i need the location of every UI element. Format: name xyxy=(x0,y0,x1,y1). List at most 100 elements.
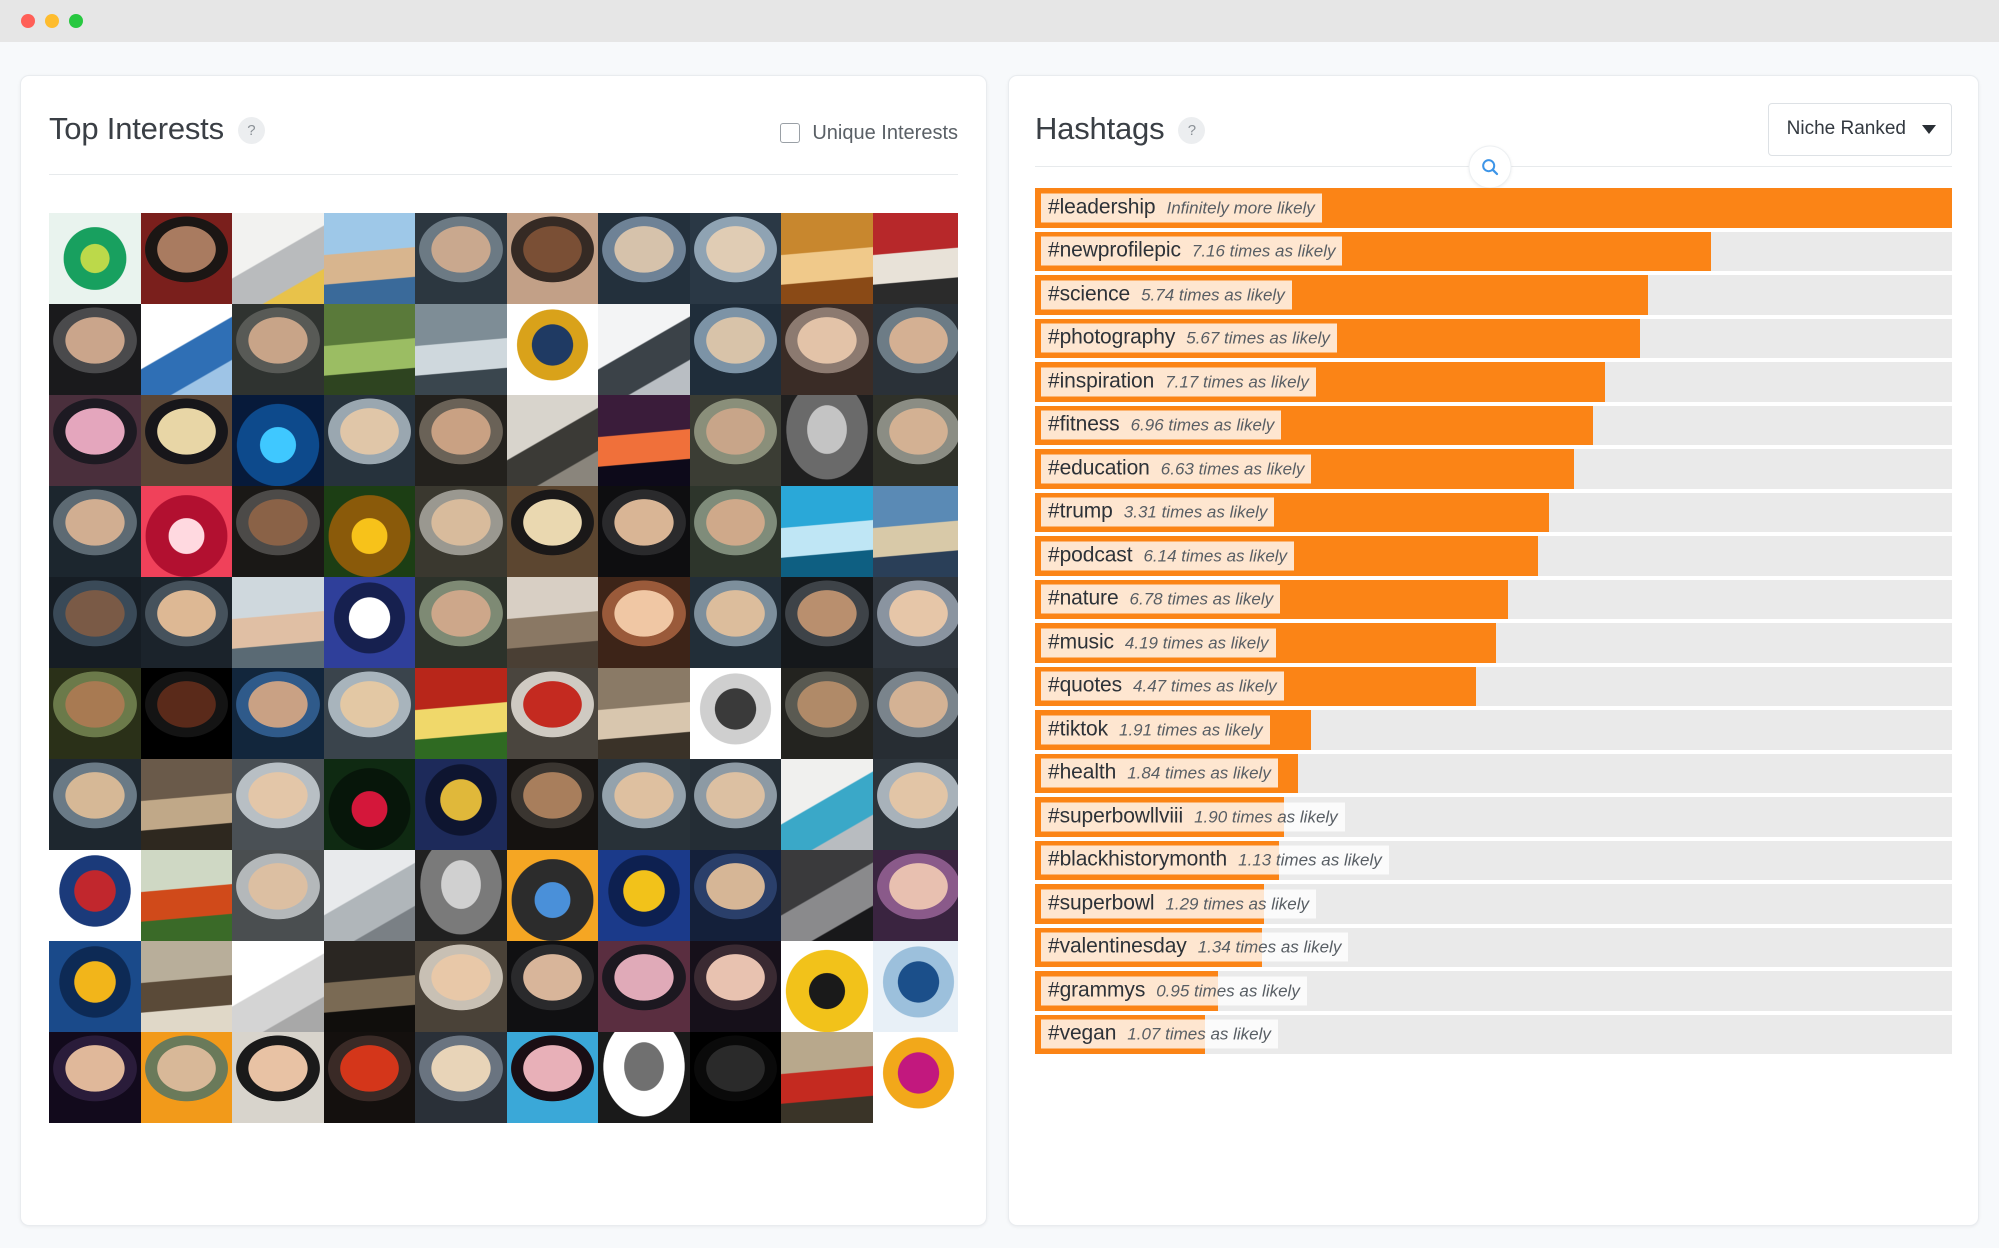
interest-tile-dark-device-photo[interactable] xyxy=(781,850,873,941)
interest-tile-organization-emblem[interactable] xyxy=(49,850,141,941)
interest-tile-portrait-woman-senior[interactable] xyxy=(415,1032,507,1123)
interest-tile-portrait-man-dark-4[interactable] xyxy=(506,759,598,850)
unique-interests-checkbox[interactable] xyxy=(780,123,801,143)
hashtag-bar-row[interactable]: #health 1.84 times as likely xyxy=(1035,753,1952,793)
interest-tile-woman-window[interactable] xyxy=(232,759,324,850)
help-icon[interactable]: ? xyxy=(1178,116,1206,144)
hashtag-bar-row[interactable]: #science 5.74 times as likely xyxy=(1035,275,1952,315)
interest-tile-portrait-man-suit-6[interactable] xyxy=(49,759,141,850)
hashtag-bar-row[interactable]: #trump 3.31 times as likely xyxy=(1035,492,1952,532)
interest-tile-kitchen-appliance[interactable] xyxy=(232,213,324,304)
interest-tile-gwp-text-logo[interactable] xyxy=(415,759,507,850)
interest-tile-portrait-man-red-shirt[interactable] xyxy=(506,668,598,759)
hashtag-bar-row[interactable]: #podcast 6.14 times as likely xyxy=(1035,536,1952,576)
interest-tile-portrait-man-bald-2[interactable] xyxy=(232,1032,324,1123)
hashtag-bar-row[interactable]: #music 4.19 times as likely xyxy=(1035,623,1952,663)
interest-tile-blue-energy-art[interactable] xyxy=(232,395,324,486)
interest-tile-bw-face-closeup[interactable] xyxy=(598,1032,690,1123)
interest-tile-restaurant-interior[interactable] xyxy=(506,577,598,668)
interest-tile-portrait-man-outdoor[interactable] xyxy=(415,577,507,668)
hashtag-bar-row[interactable]: #quotes 4.47 times as likely xyxy=(1035,666,1952,706)
interest-tile-portrait-man-tie[interactable] xyxy=(689,304,781,395)
interest-tile-portrait-woman-color[interactable] xyxy=(872,850,958,941)
interest-tile-sneaker-product[interactable] xyxy=(781,759,873,850)
interest-tile-children-playing[interactable] xyxy=(781,1032,873,1123)
interest-tile-portrait-man-beard-3[interactable] xyxy=(781,668,873,759)
interest-tile-portrait-man-cap[interactable] xyxy=(689,395,781,486)
interest-tile-portrait-man-tv[interactable] xyxy=(49,1032,141,1123)
interest-tile-dog-photo[interactable] xyxy=(598,668,690,759)
hashtag-bar-row[interactable]: #vegan 1.07 times as likely xyxy=(1035,1014,1952,1054)
interest-tile-pen-white[interactable] xyxy=(598,304,690,395)
interest-tile-portrait-hands-face[interactable] xyxy=(506,1032,598,1123)
interest-tile-couple-photo[interactable] xyxy=(232,577,324,668)
interest-tile-take-action-logo[interactable] xyxy=(49,941,141,1032)
interest-tile-portrait-man-dark-2[interactable] xyxy=(232,486,324,577)
interest-tile-portrait-woman-4[interactable] xyxy=(689,941,781,1032)
interest-tile-fingerprint-icon[interactable] xyxy=(872,941,958,1032)
interest-tile-portrait-man-suit-2[interactable] xyxy=(689,213,781,304)
hashtag-bar-row[interactable]: #leadership Infinitely more likely xyxy=(1035,188,1952,228)
interest-tile-vegetables-spread[interactable] xyxy=(140,850,232,941)
interest-tile-abstract-white-object[interactable] xyxy=(323,850,415,941)
interest-tile-portrait-man-suit-4[interactable] xyxy=(49,577,141,668)
interest-tile-animal-closeup[interactable] xyxy=(140,941,232,1032)
hashtag-bar-row[interactable]: #tiktok 1.91 times as likely xyxy=(1035,710,1952,750)
interest-tile-portrait-man-smiling[interactable] xyxy=(872,304,958,395)
interest-tile-portrait-woman-1[interactable] xyxy=(781,304,873,395)
interest-tile-portrait-woman-blonde-2[interactable] xyxy=(506,486,598,577)
interest-tile-portrait-man-suit-9[interactable] xyxy=(872,759,958,850)
hashtag-bar-row[interactable]: #newprofilepic 7.16 times as likely xyxy=(1035,231,1952,271)
hashtag-bar-row[interactable]: #grammys 0.95 times as likely xyxy=(1035,971,1952,1011)
interest-tile-portrait-man-blue[interactable] xyxy=(232,668,324,759)
interest-tile-heart-hands[interactable] xyxy=(781,213,873,304)
interest-tile-circle-rainbow-portrait[interactable] xyxy=(506,850,598,941)
interest-tile-atv-outdoor[interactable] xyxy=(872,486,958,577)
interest-tile-portrait-man-suit-7[interactable] xyxy=(598,759,690,850)
interest-tile-portrait-man-casual[interactable] xyxy=(689,486,781,577)
hashtag-bar-row[interactable]: #superbowllviii 1.90 times as likely xyxy=(1035,797,1952,837)
interest-tile-portrait-man-longhair[interactable] xyxy=(232,304,324,395)
interest-tile-portrait-man-dark-3[interactable] xyxy=(781,577,873,668)
interest-tile-red-rose[interactable] xyxy=(323,759,415,850)
interest-tile-dark-room-photo[interactable] xyxy=(323,941,415,1032)
interest-tile-portrait-man-beard[interactable] xyxy=(140,213,232,304)
interest-tile-portrait-man-badge[interactable] xyxy=(140,1032,232,1123)
interest-tile-lotus-magenta-logo[interactable] xyxy=(872,1032,958,1123)
hashtag-bar-row[interactable]: #nature 6.78 times as likely xyxy=(1035,579,1952,619)
interest-tile-portrait-man-suit-5[interactable] xyxy=(689,577,781,668)
interest-tile-portrait-man-suit-1[interactable] xyxy=(598,213,690,304)
interest-tile-rifle-scope[interactable] xyxy=(506,395,598,486)
interest-tile-gen-y-lifestyles-logo[interactable] xyxy=(506,304,598,395)
interest-tile-portrait-person-pink[interactable] xyxy=(49,395,141,486)
interest-tile-lotus-outline-logo[interactable] xyxy=(689,668,781,759)
interest-tile-dark-black-tile[interactable] xyxy=(689,1032,781,1123)
interest-tile-portrait-woman-blonde[interactable] xyxy=(140,395,232,486)
interest-tile-portrait-man-medal[interactable] xyxy=(140,577,232,668)
interest-tile-bw-portrait-man[interactable] xyxy=(415,850,507,941)
maximize-window-button[interactable] xyxy=(69,14,83,28)
interest-tile-sunflower[interactable] xyxy=(323,486,415,577)
interest-tile-portrait-man-glasses[interactable] xyxy=(415,213,507,304)
interest-tile-portrait-woman-2[interactable] xyxy=(872,577,958,668)
interest-tile-sunset-water[interactable] xyxy=(598,395,690,486)
interest-tile-portrait-man-tuxedo[interactable] xyxy=(598,486,690,577)
interest-tile-portrait-child[interactable] xyxy=(506,213,598,304)
interest-tile-green-field[interactable] xyxy=(323,304,415,395)
hashtag-bar-row[interactable]: #valentinesday 1.34 times as likely xyxy=(1035,927,1952,967)
interest-tile-pool-swimmers[interactable] xyxy=(781,486,873,577)
interest-tile-portrait-man-blond[interactable] xyxy=(323,668,415,759)
minimize-window-button[interactable] xyxy=(45,14,59,28)
interest-tile-yellow-blue-emblem[interactable] xyxy=(598,850,690,941)
interest-tile-portrait-man-glasses-2[interactable] xyxy=(872,668,958,759)
interest-tile-adh-text-logo[interactable] xyxy=(323,577,415,668)
interest-tile-portrait-man-hat[interactable] xyxy=(415,486,507,577)
interest-tile-cow-cartoon-icon[interactable] xyxy=(781,941,873,1032)
hashtag-bar-row[interactable]: #education 6.63 times as likely xyxy=(1035,449,1952,489)
search-button[interactable] xyxy=(1468,145,1512,188)
interest-tile-portrait-man-suit-8[interactable] xyxy=(689,759,781,850)
interest-tile-portrait-man-beard-2[interactable] xyxy=(49,668,141,759)
hashtag-bar-row[interactable]: #inspiration 7.17 times as likely xyxy=(1035,362,1952,402)
interest-tile-portrait-woman-redhair[interactable] xyxy=(598,577,690,668)
hashtag-bar-row[interactable]: #superbowl 1.29 times as likely xyxy=(1035,884,1952,924)
